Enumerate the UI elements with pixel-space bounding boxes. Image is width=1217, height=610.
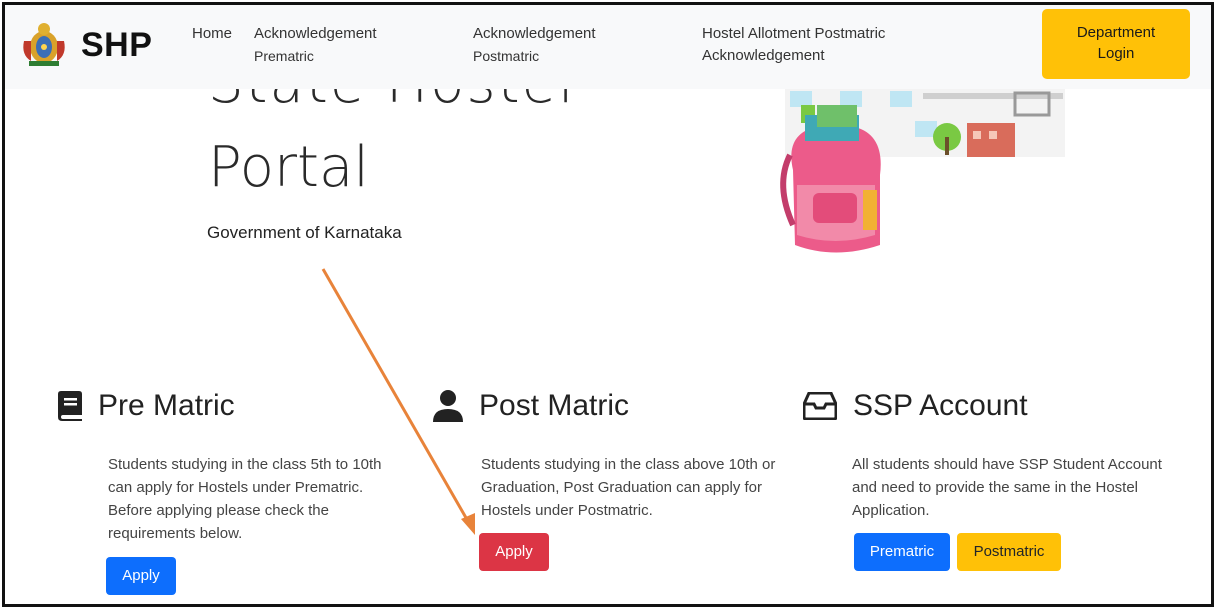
backpack-illustration [780, 85, 1065, 253]
pre-matric-apply-button[interactable]: Apply [106, 557, 176, 595]
nav-hostel-allotment-line1: Hostel Allotment Postmatric [702, 25, 886, 42]
nav-ack-postmatric[interactable]: Acknowledgement Postmatric [473, 23, 596, 67]
nav-ack-postmatric-line1: Acknowledgement [473, 25, 596, 42]
page-frame: State Hostel Portal Government of Karnat… [2, 2, 1214, 607]
hero-subtitle: Government of Karnataka [207, 223, 402, 242]
ssp-account-title: SSP Account [853, 389, 1028, 422]
pre-matric-title: Pre Matric [98, 389, 235, 422]
brand-name: SHP [81, 25, 153, 64]
top-navbar: SHP Home Acknowledgement Prematric Ackno… [5, 5, 1211, 89]
book-icon [58, 391, 82, 421]
user-icon [433, 390, 463, 422]
inbox-icon [803, 392, 837, 420]
nav-home-label: Home [192, 25, 233, 42]
nav-hostel-allotment-ack[interactable]: Hostel Allotment Postmatric Acknowledgem… [702, 23, 885, 67]
hero-title-line2: Portal [208, 135, 369, 200]
brand[interactable]: SHP [19, 21, 152, 69]
nav-ack-postmatric-line2: Postmatric [473, 48, 540, 64]
nav-hostel-allotment-line2: Acknowledgement [702, 47, 825, 64]
department-login-line2: Login [1097, 45, 1135, 62]
nav-ack-prematric[interactable]: Acknowledgement Prematric [254, 23, 377, 67]
nav-home[interactable]: Home [192, 23, 232, 45]
pre-matric-description: Students studying in the class 5th to 10… [108, 456, 382, 542]
ssp-prematric-button[interactable]: Prematric [854, 533, 950, 571]
nav-ack-prematric-line1: Acknowledgement [254, 25, 377, 42]
post-matric-card: Post Matric [433, 389, 763, 423]
nav-ack-prematric-line2: Prematric [254, 48, 314, 64]
post-matric-apply-button[interactable]: Apply [479, 533, 549, 571]
post-matric-title: Post Matric [479, 389, 630, 422]
pre-matric-card: Pre Matric [58, 389, 388, 423]
karnataka-emblem-icon [23, 23, 65, 66]
ssp-account-card: SSP Account [803, 389, 1133, 423]
department-login-button[interactable]: Department Login [1042, 9, 1190, 79]
ssp-account-description: All students should have SSP Student Acc… [852, 456, 1162, 519]
department-login-line1: Department [1076, 24, 1156, 41]
ssp-postmatric-button[interactable]: Postmatric [957, 533, 1061, 571]
post-matric-description: Students studying in the class above 10t… [481, 456, 776, 519]
